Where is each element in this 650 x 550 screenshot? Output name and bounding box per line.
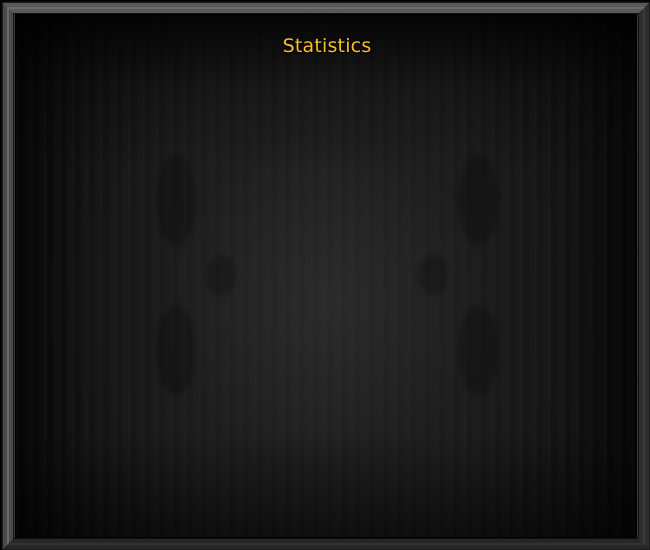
background-ornament — [156, 305, 196, 395]
window-title: Statistics — [282, 35, 372, 57]
background-ornament — [458, 305, 498, 395]
background-ornament — [156, 155, 196, 245]
background-ornament — [206, 255, 236, 295]
statistics-window: Statistics — [0, 0, 650, 550]
panel-shading — [16, 15, 636, 537]
background-ornament — [458, 155, 498, 245]
background-ornament — [418, 255, 448, 295]
statistics-panel: Statistics — [15, 14, 637, 538]
